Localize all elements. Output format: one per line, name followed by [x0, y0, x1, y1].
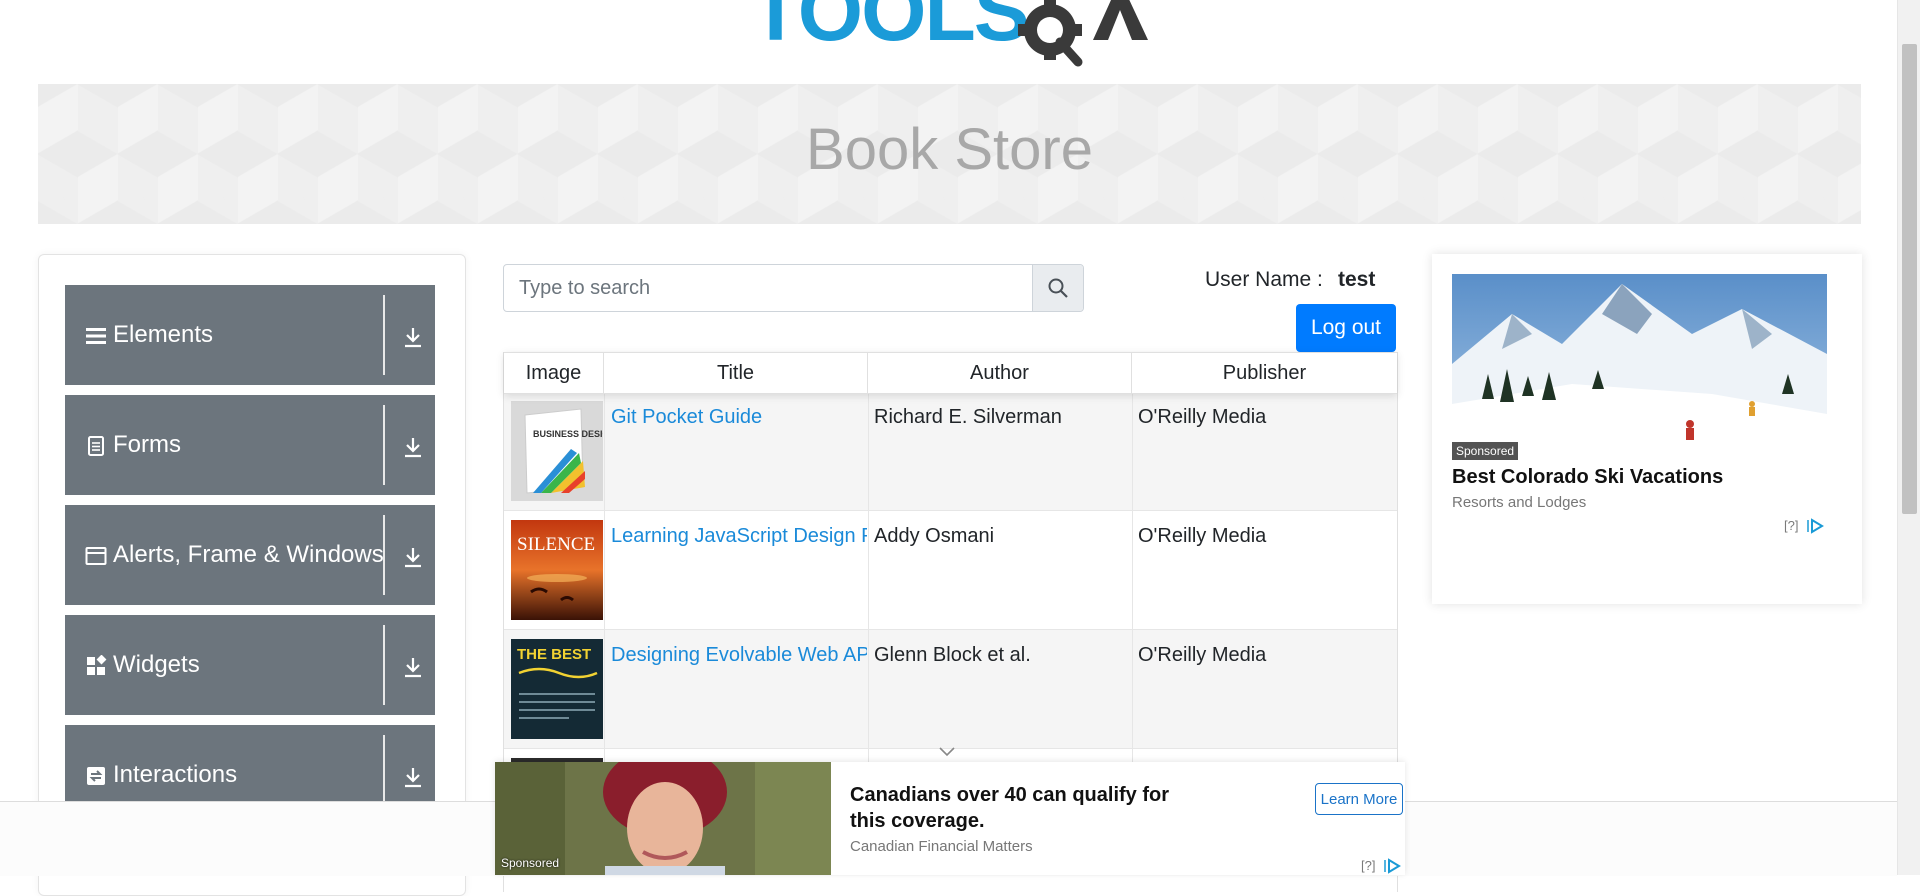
- sponsored-ad-bottom[interactable]: Sponsored Canadians over 40 can qualify …: [495, 762, 1405, 875]
- divider: [1132, 511, 1133, 629]
- table-header: Image Title Author Publisher: [504, 352, 1397, 394]
- sponsored-badge: Sponsored: [501, 856, 560, 870]
- download-arrow-icon[interactable]: [401, 545, 425, 569]
- svg-text:TOOLS: TOOLS: [750, 0, 1028, 58]
- learn-more-button[interactable]: Learn More: [1315, 783, 1403, 815]
- divider: [604, 511, 605, 629]
- sidebar-group-forms[interactable]: Forms: [65, 395, 435, 495]
- book-publisher: O'Reilly Media: [1138, 525, 1267, 547]
- sidebar-group-label: Interactions: [113, 761, 238, 788]
- book-author: Glenn Block et al.: [874, 644, 1031, 666]
- divider: [868, 392, 869, 510]
- sidebar-group-label: Forms: [113, 431, 181, 458]
- toolsqa-logo[interactable]: TOOLS: [748, 0, 1158, 72]
- logout-button[interactable]: Log out: [1296, 304, 1396, 352]
- divider: [868, 630, 869, 748]
- ad-subtitle: Canadian Financial Matters: [850, 838, 1033, 855]
- cover-text: SILENCE: [517, 534, 595, 555]
- column-header-publisher[interactable]: Publisher: [1132, 353, 1397, 393]
- adchoices-icon[interactable]: [1806, 518, 1824, 534]
- sidebar: Elements Forms Alerts, Frame & Windows W…: [38, 254, 466, 896]
- column-header-title[interactable]: Title: [604, 353, 868, 393]
- sidebar-group-label: Elements: [113, 321, 214, 348]
- scrollbar-thumb[interactable]: [1902, 44, 1917, 514]
- sidebar-group-label: Alerts, Frame & Windows: [113, 541, 384, 568]
- divider: [383, 405, 385, 485]
- divider: [868, 511, 869, 629]
- window-icon: [85, 547, 107, 565]
- sponsored-badge: Sponsored: [1452, 442, 1519, 460]
- book-cover-image: SILENCE: [511, 520, 603, 620]
- book-cover-image: THE BEST: [511, 639, 603, 739]
- page-title: Book Store: [806, 117, 1093, 182]
- adchoices-icon[interactable]: [1383, 858, 1401, 874]
- divider: [604, 630, 605, 748]
- ad-info-link[interactable]: [?]: [1784, 518, 1798, 533]
- search-button[interactable]: [1032, 265, 1083, 311]
- sponsored-ad-right[interactable]: Sponsored Best Colorado Ski Vacations Re…: [1432, 254, 1862, 604]
- ad-image-ski[interactable]: [1452, 274, 1827, 462]
- page-banner: Book Store: [38, 84, 1861, 224]
- search-icon: [1048, 278, 1068, 298]
- sidebar-group-widgets[interactable]: Widgets: [65, 615, 435, 715]
- sidebar-group-elements[interactable]: Elements: [65, 285, 435, 385]
- search-input[interactable]: [504, 265, 1034, 311]
- user-name-value: test: [1338, 268, 1376, 291]
- sidebar-group-label: Widgets: [113, 651, 200, 678]
- divider: [1132, 630, 1133, 748]
- cover-text: BUSINESS DESIGN: [533, 429, 603, 439]
- download-arrow-icon[interactable]: [401, 325, 425, 349]
- search-box: [503, 264, 1084, 312]
- column-header-author[interactable]: Author: [868, 353, 1132, 393]
- widgets-icon: [87, 655, 107, 675]
- ad-title[interactable]: Best Colorado Ski Vacations: [1452, 466, 1723, 489]
- ad-title[interactable]: Canadians over 40 can qualify for this c…: [850, 782, 1170, 834]
- book-author: Richard E. Silverman: [874, 406, 1062, 428]
- hamburger-icon: [86, 328, 106, 344]
- column-header-image[interactable]: Image: [504, 353, 604, 393]
- book-title-link[interactable]: Git Pocket Guide: [611, 406, 867, 429]
- page-scrollbar[interactable]: [1897, 0, 1920, 875]
- table-row: SILENCE Learning JavaScript Design Patte…: [504, 511, 1397, 630]
- book-author: Addy Osmani: [874, 525, 995, 547]
- user-name-label: User Name :: [1205, 268, 1323, 291]
- ad-subtitle: Resorts and Lodges: [1452, 494, 1587, 511]
- divider: [1132, 392, 1133, 510]
- ad-info-link[interactable]: [?]: [1361, 858, 1375, 873]
- chevron-down-icon[interactable]: [938, 746, 956, 758]
- download-arrow-icon[interactable]: [401, 765, 425, 789]
- divider: [383, 295, 385, 375]
- sidebar-group-alerts[interactable]: Alerts, Frame & Windows: [65, 505, 435, 605]
- book-title-link[interactable]: Designing Evolvable Web APIs with ASP.NE…: [611, 644, 867, 667]
- divider: [383, 515, 385, 595]
- divider: [604, 392, 605, 510]
- divider: [383, 625, 385, 705]
- interactions-icon: [87, 767, 105, 785]
- download-arrow-icon[interactable]: [401, 655, 425, 679]
- document-icon: [88, 436, 104, 456]
- book-cover-image: BUSINESS DESIGN: [511, 401, 603, 501]
- book-publisher: O'Reilly Media: [1138, 406, 1267, 428]
- book-title-link[interactable]: Learning JavaScript Design Patterns: [611, 525, 867, 548]
- cover-text: THE BEST: [517, 646, 591, 663]
- book-publisher: O'Reilly Media: [1138, 644, 1267, 666]
- table-row: BUSINESS DESIGN Git Pocket Guide Richard…: [504, 392, 1397, 511]
- table-row: THE BEST Designing Evolvable Web APIs wi…: [504, 630, 1397, 749]
- download-arrow-icon[interactable]: [401, 435, 425, 459]
